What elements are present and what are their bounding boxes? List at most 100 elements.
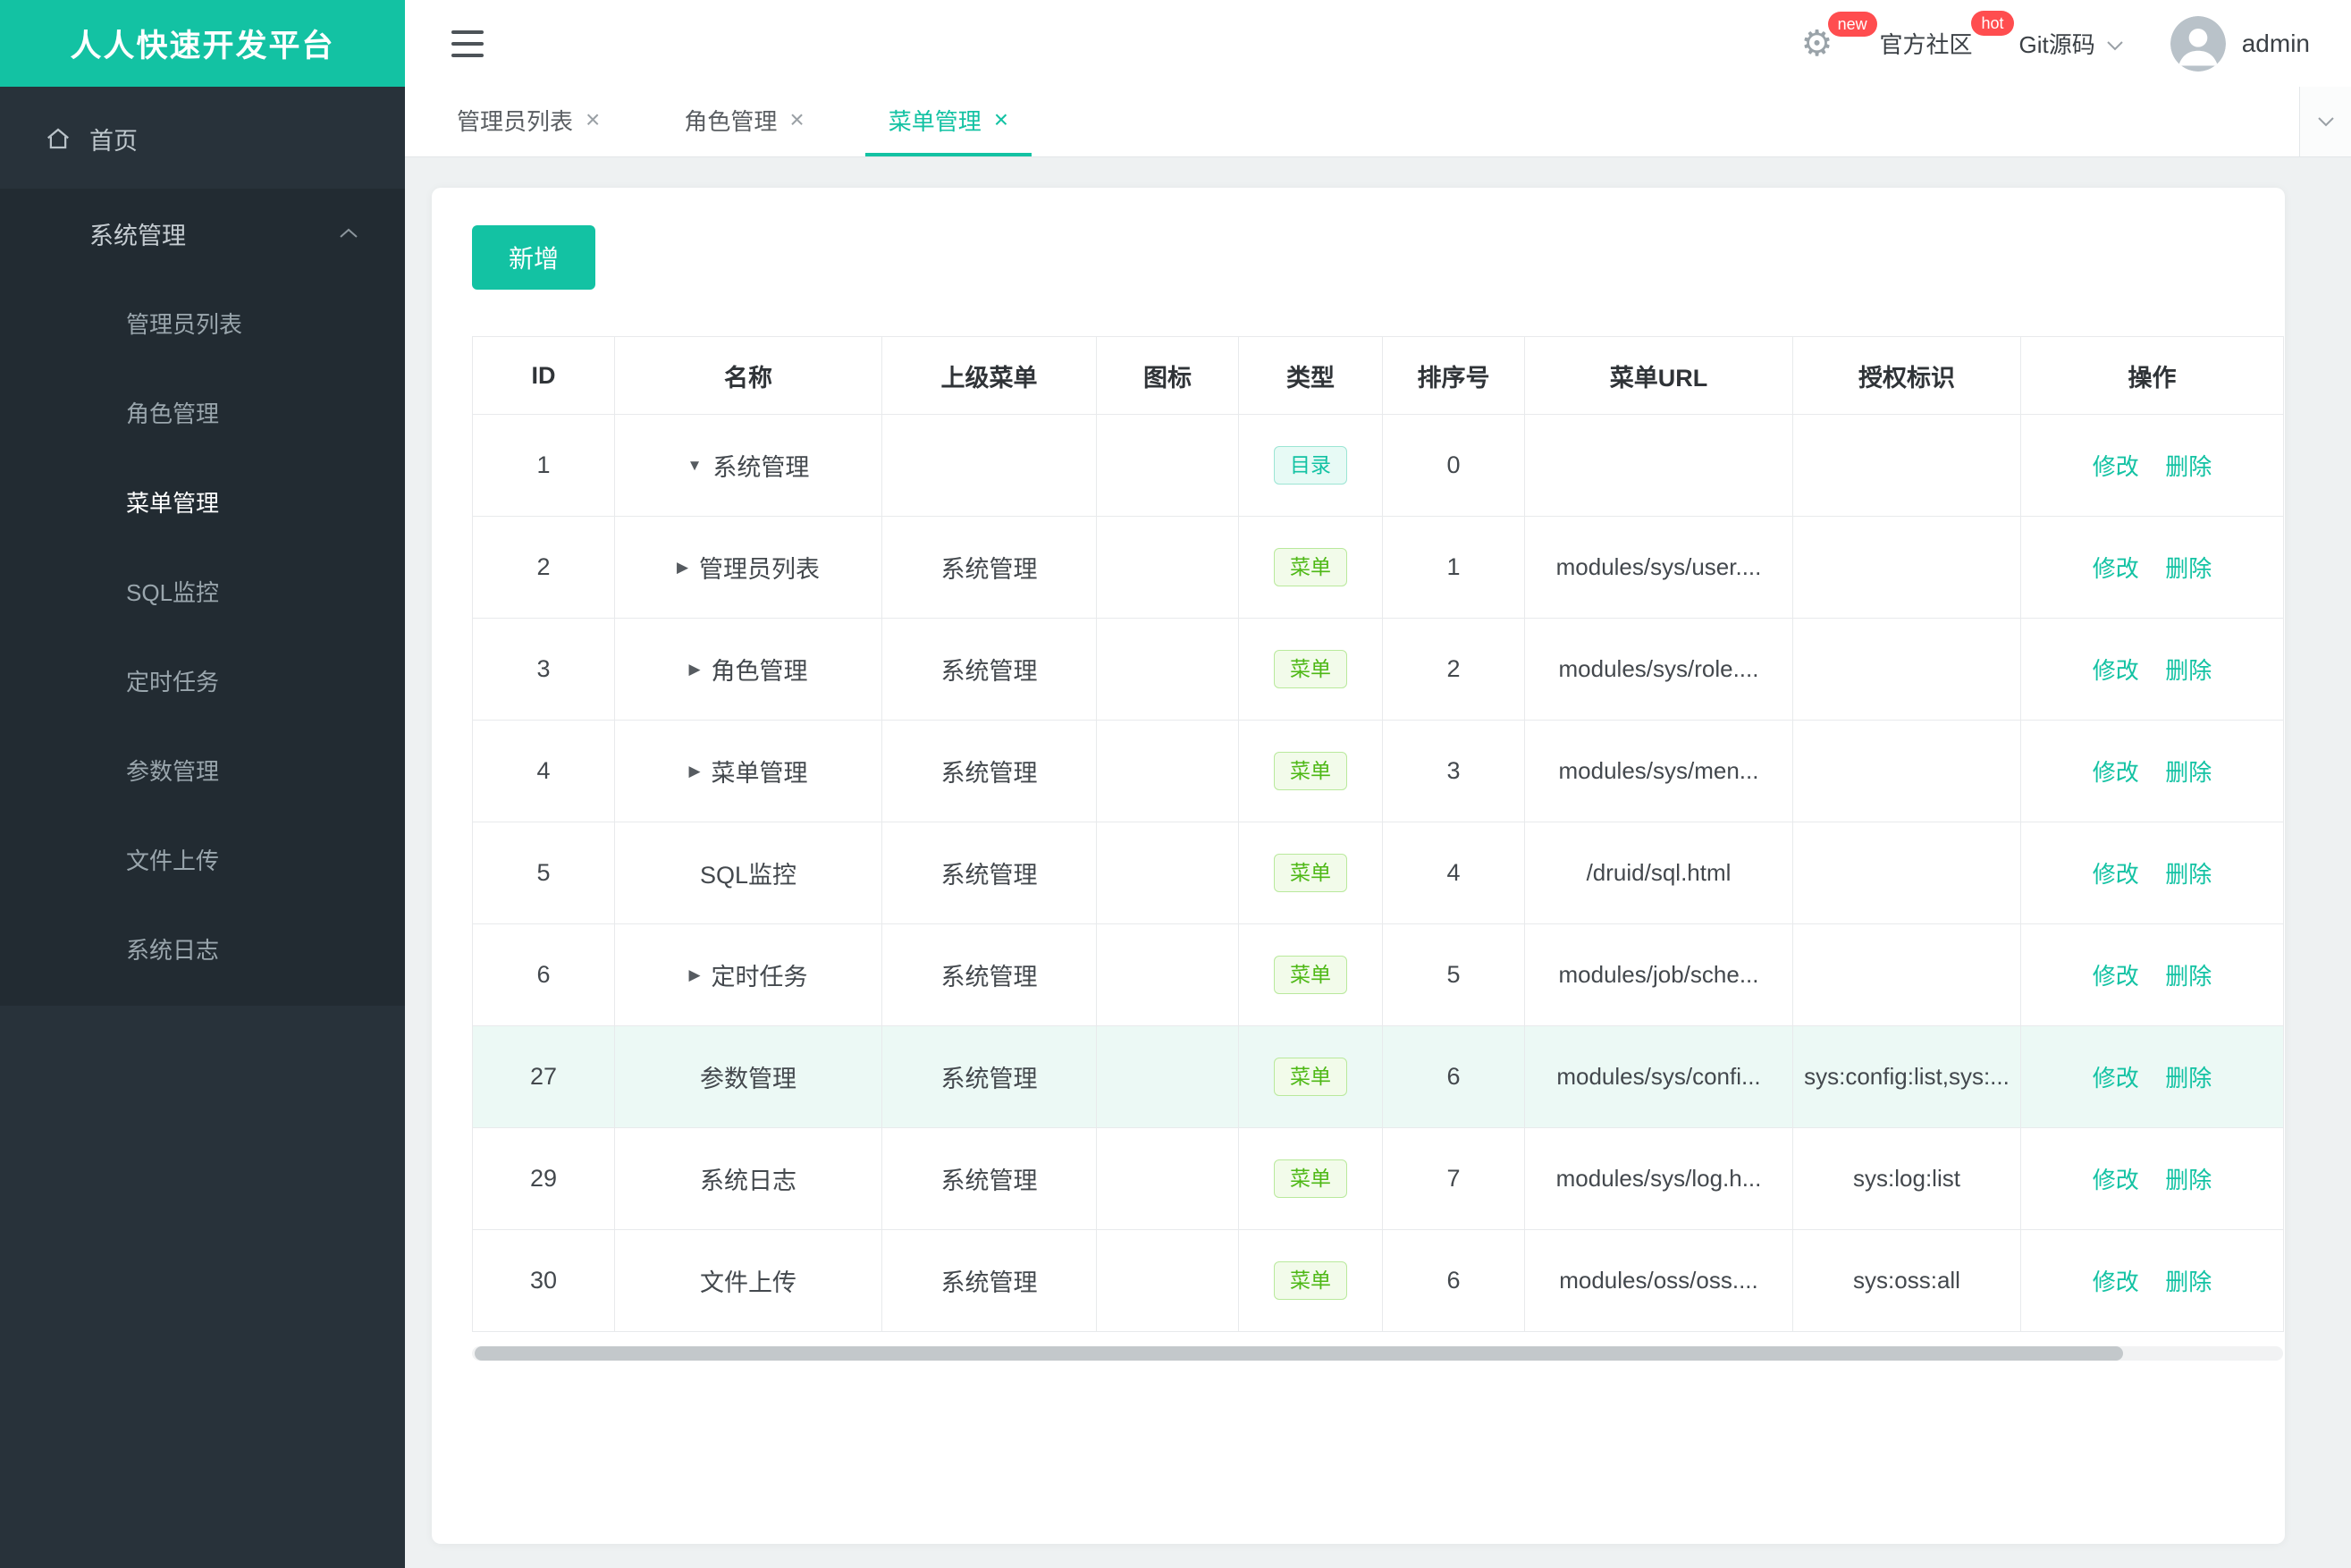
tab-bar: 管理员列表 × 角色管理 × 菜单管理 ×: [405, 87, 2351, 157]
main-column: ⚙ new 官方社区 hot Git源码 admin 管理员列表 × 角色管理 …: [405, 0, 2351, 1568]
cell-menu-url: modules/sys/confi...: [1524, 1025, 1793, 1128]
sidebar-item-menu-mgmt[interactable]: 菜单管理: [0, 457, 405, 546]
user-menu[interactable]: admin: [2170, 15, 2310, 72]
sidebar-nav: 首页 系统管理 管理员列表 角色管理 菜单管理 SQL监控 定时任务 参数管理 …: [0, 87, 405, 1006]
delete-link[interactable]: 删除: [2165, 1269, 2212, 1295]
column-header: ID: [472, 336, 615, 415]
menu-name-label: 定时任务: [711, 964, 808, 991]
type-badge: 菜单: [1274, 548, 1347, 586]
table-header-row: ID 名称 上级菜单 图标 类型 排序号 菜单URL 授权标识 操作: [472, 336, 2284, 415]
cell-name: ▼ 系统管理: [614, 414, 882, 517]
settings-button[interactable]: ⚙ new: [1800, 11, 1877, 64]
sidebar-group-header[interactable]: 系统管理: [0, 189, 405, 278]
delete-link[interactable]: 删除: [2165, 861, 2212, 888]
edit-link[interactable]: 修改: [2093, 1269, 2139, 1295]
tabbar-tabs: 管理员列表 × 角色管理 × 菜单管理 ×: [434, 87, 1069, 156]
chevron-down-icon: [2317, 117, 2334, 127]
add-button[interactable]: 新增: [472, 225, 595, 290]
content-card: 新增 ID 名称 上级菜单 图标 类型 排序号 菜单URL 授权标识 操作 1 ▼ 系统管理: [432, 188, 2285, 1544]
cell-id: 1: [472, 414, 615, 517]
cell-order: 7: [1382, 1127, 1525, 1230]
community-label: 官方社区: [1879, 31, 1973, 58]
expand-arrow-icon[interactable]: ▶: [677, 559, 688, 577]
horizontal-scrollbar[interactable]: [472, 1346, 2283, 1361]
cell-actions: 修改 删除: [2020, 720, 2284, 822]
cell-id: 4: [472, 720, 615, 822]
delete-link[interactable]: 删除: [2165, 759, 2212, 786]
edit-link[interactable]: 修改: [2093, 1167, 2139, 1193]
sidebar: 人人快速开发平台 首页 系统管理 管理员列表 角色管理 菜单管理 SQL监控 定…: [0, 0, 405, 1568]
cell-icon: [1096, 618, 1239, 721]
tab-close-icon[interactable]: ×: [789, 105, 804, 134]
scrollbar-thumb[interactable]: [475, 1346, 2123, 1361]
cell-parent-menu: 系统管理: [881, 720, 1097, 822]
tab-dropdown-button[interactable]: [2299, 87, 2351, 156]
edit-link[interactable]: 修改: [2093, 963, 2139, 990]
tab-close-icon[interactable]: ×: [586, 105, 600, 134]
sidebar-subitem-label: 菜单管理: [126, 489, 220, 517]
tab-label: 管理员列表: [457, 107, 574, 135]
cell-order: 4: [1382, 822, 1525, 924]
delete-link[interactable]: 删除: [2165, 1167, 2212, 1193]
delete-link[interactable]: 删除: [2165, 453, 2212, 480]
expand-arrow-icon[interactable]: ▶: [688, 763, 700, 780]
community-link[interactable]: 官方社区 hot: [1879, 11, 2014, 60]
tab-admin-list[interactable]: 管理员列表 ×: [434, 87, 623, 156]
edit-link[interactable]: 修改: [2093, 453, 2139, 480]
expand-arrow-icon[interactable]: ▶: [688, 661, 700, 679]
column-header: 授权标识: [1792, 336, 2021, 415]
sidebar-subitem-label: 文件上传: [126, 847, 220, 874]
tab-label: 角色管理: [684, 107, 778, 135]
tab-close-icon[interactable]: ×: [994, 105, 1008, 134]
cell-parent-menu: 系统管理: [881, 1229, 1097, 1332]
delete-link[interactable]: 删除: [2165, 963, 2212, 990]
cell-parent-menu: 系统管理: [881, 923, 1097, 1026]
table-row: 30 文件上传 系统管理 菜单 6 modules/oss/oss.... sy…: [472, 1229, 2284, 1332]
sidebar-item-system-log[interactable]: 系统日志: [0, 904, 405, 993]
cell-type: 菜单: [1238, 1127, 1383, 1230]
edit-link[interactable]: 修改: [2093, 657, 2139, 684]
sidebar-item-config-mgmt[interactable]: 参数管理: [0, 725, 405, 814]
cell-name: ▶ 管理员列表: [614, 516, 882, 619]
cell-icon: [1096, 923, 1239, 1026]
cell-name: 文件上传: [614, 1229, 882, 1332]
cell-actions: 修改 删除: [2020, 1229, 2284, 1332]
tab-menu-mgmt[interactable]: 菜单管理 ×: [864, 87, 1032, 156]
git-label: Git源码: [2018, 31, 2095, 58]
table-container: ID 名称 上级菜单 图标 类型 排序号 菜单URL 授权标识 操作 1 ▼ 系统管理 目录 0…: [472, 336, 2285, 1361]
sidebar-item-sql-monitor[interactable]: SQL监控: [0, 546, 405, 636]
sidebar-item-admin-list[interactable]: 管理员列表: [0, 278, 405, 367]
sidebar-item-file-upload[interactable]: 文件上传: [0, 814, 405, 904]
column-header: 上级菜单: [881, 336, 1097, 415]
type-badge: 菜单: [1274, 1159, 1347, 1198]
tab-role-mgmt[interactable]: 角色管理 ×: [661, 87, 827, 156]
cell-parent-menu: [881, 414, 1097, 517]
type-badge: 菜单: [1274, 752, 1347, 790]
sidebar-home-label: 首页: [89, 127, 138, 155]
cell-actions: 修改 删除: [2020, 1127, 2284, 1230]
sidebar-item-scheduled-jobs[interactable]: 定时任务: [0, 636, 405, 725]
sidebar-toggle-icon[interactable]: [451, 30, 487, 57]
gear-icon: ⚙: [1800, 22, 1833, 64]
cell-permissions: [1792, 720, 2021, 822]
cell-actions: 修改 删除: [2020, 1025, 2284, 1128]
cell-order: 5: [1382, 923, 1525, 1026]
cell-parent-menu: 系统管理: [881, 1127, 1097, 1230]
cell-menu-url: modules/oss/oss....: [1524, 1229, 1793, 1332]
cell-order: 0: [1382, 414, 1525, 517]
edit-link[interactable]: 修改: [2093, 555, 2139, 582]
expand-arrow-icon[interactable]: ▼: [687, 457, 703, 475]
delete-link[interactable]: 删除: [2165, 555, 2212, 582]
edit-link[interactable]: 修改: [2093, 1065, 2139, 1092]
delete-link[interactable]: 删除: [2165, 657, 2212, 684]
delete-link[interactable]: 删除: [2165, 1065, 2212, 1092]
sidebar-item-role-mgmt[interactable]: 角色管理: [0, 367, 405, 457]
edit-link[interactable]: 修改: [2093, 861, 2139, 888]
cell-type: 菜单: [1238, 1025, 1383, 1128]
expand-arrow-icon[interactable]: ▶: [688, 966, 700, 984]
home-icon: [47, 128, 69, 149]
git-source-link[interactable]: Git源码: [2019, 27, 2124, 60]
sidebar-item-home[interactable]: 首页: [0, 94, 405, 183]
edit-link[interactable]: 修改: [2093, 759, 2139, 786]
cell-id: 29: [472, 1127, 615, 1230]
